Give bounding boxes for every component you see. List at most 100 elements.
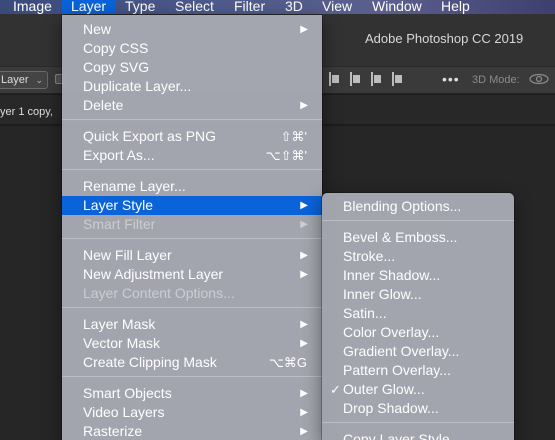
menu-item-label: Rasterize bbox=[83, 423, 143, 439]
submenu-arrow-icon: ▶ bbox=[300, 200, 308, 211]
menu-item-pattern-overlay[interactable]: Pattern Overlay... bbox=[322, 361, 514, 380]
menu-image[interactable]: Image bbox=[13, 0, 52, 14]
menu-item-smart-objects[interactable]: Smart Objects ▶ bbox=[62, 384, 322, 403]
menu-item-duplicate-layer[interactable]: Duplicate Layer... bbox=[62, 77, 322, 96]
menu-item-shortcut: ⌥⇧⌘' bbox=[265, 148, 307, 163]
menu-item-label: Inner Glow... bbox=[343, 286, 422, 302]
menu-item-inner-glow[interactable]: Inner Glow... bbox=[322, 285, 514, 304]
menu-item-label: Copy CSS bbox=[83, 40, 149, 56]
menu-item-label: Copy SVG bbox=[83, 59, 150, 75]
menu-item-delete[interactable]: Delete ▶ bbox=[62, 96, 322, 115]
menu-item-layer-style[interactable]: Layer Style ▶ bbox=[62, 196, 322, 215]
menu-item-label: Delete bbox=[83, 97, 124, 113]
menu-item-label: Drop Shadow... bbox=[343, 400, 439, 416]
menu-item-label: Color Overlay... bbox=[343, 324, 440, 340]
menu-item-label: Layer Content Options... bbox=[83, 285, 235, 301]
menu-item-label: Layer Style bbox=[83, 197, 154, 213]
menu-3d[interactable]: 3D bbox=[285, 0, 303, 14]
menu-item-rename-layer[interactable]: Rename Layer... bbox=[62, 177, 322, 196]
submenu-arrow-icon: ▶ bbox=[300, 24, 308, 35]
align-left-icon[interactable] bbox=[328, 72, 340, 86]
submenu-arrow-icon: ▶ bbox=[300, 100, 308, 111]
menu-item-shortcut: ⌥⌘G bbox=[268, 355, 307, 370]
menu-select[interactable]: Select bbox=[175, 0, 214, 14]
app-title: Adobe Photoshop CC 2019 bbox=[365, 31, 524, 46]
menu-separator bbox=[62, 119, 322, 120]
menu-item-label: Blending Options... bbox=[343, 198, 462, 214]
menu-item-gradient-overlay[interactable]: Gradient Overlay... bbox=[322, 342, 514, 361]
menu-item-layer-content-options[interactable]: Layer Content Options... bbox=[62, 284, 322, 303]
menu-item-create-clipping-mask[interactable]: Create Clipping Mask ⌥⌘G bbox=[62, 353, 322, 372]
menu-separator bbox=[62, 169, 322, 170]
menu-separator bbox=[322, 422, 514, 423]
orbit-3d-icon[interactable] bbox=[528, 72, 550, 86]
menu-item-blending-options[interactable]: Blending Options... bbox=[322, 197, 514, 216]
menu-item-label: New Fill Layer bbox=[83, 247, 172, 263]
menu-layer[interactable]: Layer bbox=[62, 0, 116, 14]
auto-select-dropdown[interactable]: Layer ⌄ bbox=[0, 71, 48, 89]
menu-item-label: Copy Layer Style bbox=[343, 431, 450, 440]
menu-item-shortcut: ⇧⌘' bbox=[280, 129, 307, 144]
align-toolbar bbox=[328, 72, 403, 88]
menu-view[interactable]: View bbox=[322, 0, 352, 14]
menu-item-label: New Adjustment Layer bbox=[83, 266, 224, 282]
menu-item-smart-filter[interactable]: Smart Filter ▶ bbox=[62, 215, 322, 234]
menu-item-video-layers[interactable]: Video Layers ▶ bbox=[62, 403, 322, 422]
menu-item-new-adjustment-layer[interactable]: New Adjustment Layer ▶ bbox=[62, 265, 322, 284]
menu-item-label: Rename Layer... bbox=[83, 178, 186, 194]
menu-item-label: Layer Mask bbox=[83, 316, 156, 332]
menu-item-quick-export-png[interactable]: Quick Export as PNG ⇧⌘' bbox=[62, 127, 322, 146]
menu-item-copy-layer-style[interactable]: Copy Layer Style bbox=[322, 430, 514, 440]
menu-item-stroke[interactable]: Stroke... bbox=[322, 247, 514, 266]
menubar: Image Layer Type Select Filter 3D View W… bbox=[0, 0, 555, 14]
menu-item-bevel-emboss[interactable]: Bevel & Emboss... bbox=[322, 228, 514, 247]
menu-separator bbox=[62, 307, 322, 308]
menu-separator bbox=[322, 220, 514, 221]
mode-3d-label: 3D Mode: bbox=[472, 74, 520, 86]
more-options-icon[interactable]: ••• bbox=[442, 71, 460, 87]
menu-item-new[interactable]: New ▶ bbox=[62, 20, 322, 39]
menu-item-label: Duplicate Layer... bbox=[83, 78, 192, 94]
menu-item-layer-mask[interactable]: Layer Mask ▶ bbox=[62, 315, 322, 334]
menu-item-copy-css[interactable]: Copy CSS bbox=[62, 39, 322, 58]
menu-separator bbox=[62, 238, 322, 239]
menu-separator bbox=[62, 376, 322, 377]
menu-item-label: Smart Filter bbox=[83, 216, 156, 232]
menu-item-new-fill-layer[interactable]: New Fill Layer ▶ bbox=[62, 246, 322, 265]
menu-item-label: Export As... bbox=[83, 147, 155, 163]
layer-menu: New ▶ Copy CSS Copy SVG Duplicate Layer.… bbox=[62, 15, 322, 440]
document-tab[interactable]: yer 1 copy, bbox=[0, 106, 53, 118]
menu-item-label: Inner Shadow... bbox=[343, 267, 441, 283]
menu-item-label: Satin... bbox=[343, 305, 387, 321]
menu-item-vector-mask[interactable]: Vector Mask ▶ bbox=[62, 334, 322, 353]
submenu-arrow-icon: ▶ bbox=[300, 250, 308, 261]
menu-item-label: Outer Glow... bbox=[343, 381, 425, 397]
checkmark-icon: ✓ bbox=[330, 382, 341, 397]
menu-filter[interactable]: Filter bbox=[234, 0, 265, 14]
menu-item-label: Create Clipping Mask bbox=[83, 354, 217, 370]
submenu-arrow-icon: ▶ bbox=[300, 219, 308, 230]
submenu-arrow-icon: ▶ bbox=[300, 407, 308, 418]
menu-item-drop-shadow[interactable]: Drop Shadow... bbox=[322, 399, 514, 418]
align-center-icon[interactable] bbox=[349, 72, 361, 86]
submenu-arrow-icon: ▶ bbox=[300, 426, 308, 437]
submenu-arrow-icon: ▶ bbox=[300, 388, 308, 399]
align-right-icon[interactable] bbox=[370, 72, 382, 86]
menu-item-export-as[interactable]: Export As... ⌥⇧⌘' bbox=[62, 146, 322, 165]
menu-item-rasterize[interactable]: Rasterize ▶ bbox=[62, 422, 322, 440]
menu-item-copy-svg[interactable]: Copy SVG bbox=[62, 58, 322, 77]
menu-item-label: Video Layers bbox=[83, 404, 165, 420]
menu-item-inner-shadow[interactable]: Inner Shadow... bbox=[322, 266, 514, 285]
submenu-arrow-icon: ▶ bbox=[300, 338, 308, 349]
menu-item-label: New bbox=[83, 21, 112, 37]
menu-item-satin[interactable]: Satin... bbox=[322, 304, 514, 323]
menu-item-label: Bevel & Emboss... bbox=[343, 229, 458, 245]
menu-window[interactable]: Window bbox=[372, 0, 422, 14]
menu-help[interactable]: Help bbox=[441, 0, 470, 14]
menu-item-outer-glow[interactable]: ✓ Outer Glow... bbox=[322, 380, 514, 399]
menu-type[interactable]: Type bbox=[125, 0, 155, 14]
menu-item-label: Vector Mask bbox=[83, 335, 161, 351]
distribute-icon[interactable] bbox=[391, 72, 403, 86]
submenu-arrow-icon: ▶ bbox=[300, 319, 308, 330]
menu-item-color-overlay[interactable]: Color Overlay... bbox=[322, 323, 514, 342]
